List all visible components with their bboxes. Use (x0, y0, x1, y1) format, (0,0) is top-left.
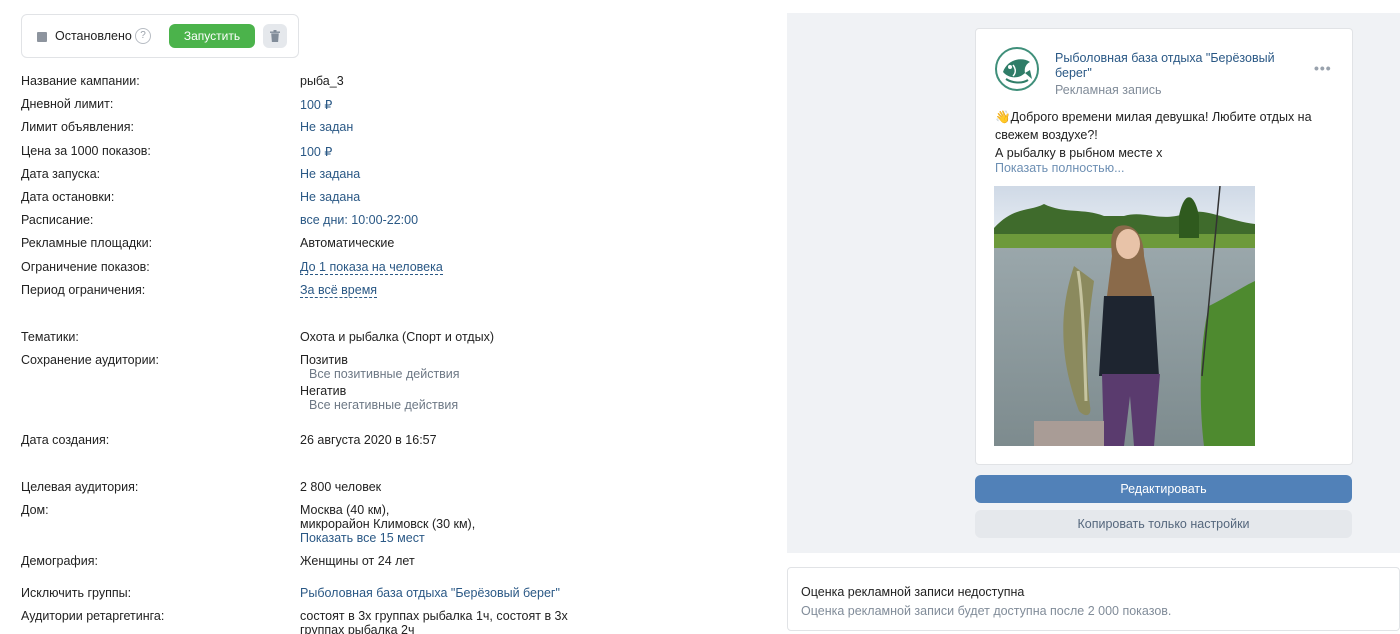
waving-hand-icon: 👋 (995, 110, 1011, 124)
schedule-link[interactable]: все дни: 10:00-22:00 (300, 213, 418, 227)
show-more-link[interactable]: Показать полностью... (995, 161, 1125, 175)
detail-label: Аудитории ретаргетинга: (21, 609, 165, 623)
home-line-2: микрорайон Климовск (30 км), (300, 517, 476, 531)
fish-logo-icon[interactable] (994, 46, 1040, 92)
detail-label: Сохранение аудитории: (21, 353, 160, 367)
detail-value: Автоматические (300, 236, 395, 250)
campaign-status-bar: Остановлено ? Запустить (21, 14, 299, 58)
ad-text: 👋Доброго времени милая девушка! Любите о… (995, 108, 1335, 162)
rating-title: Оценка рекламной записи недоступна (801, 585, 1025, 599)
ad-rating-box: Оценка рекламной записи недоступна Оценк… (787, 567, 1400, 631)
detail-label: Дневной лимит: (21, 97, 114, 111)
period-link[interactable]: За всё время (300, 283, 378, 298)
ad-text-line-1: Доброго времени милая девушка! Любите от… (1010, 110, 1312, 124)
negative-label: Негатив (300, 384, 347, 398)
edit-button[interactable]: Редактировать (975, 475, 1352, 503)
detail-label: Демография: (21, 554, 98, 568)
detail-value: рыба_3 (300, 74, 344, 88)
rating-text: Оценка рекламной записи будет доступна п… (801, 604, 1172, 618)
ad-text-line-2: свежем воздухе?! (995, 128, 1098, 142)
stopped-square-icon (37, 32, 47, 42)
detail-label: Дата запуска: (21, 167, 101, 181)
price-link[interactable]: 100 ₽ (300, 144, 332, 159)
positive-sub: Все позитивные действия (309, 367, 460, 381)
detail-label: Дом: (21, 503, 49, 517)
status-label: Остановлено (55, 29, 132, 43)
copy-settings-button[interactable]: Копировать только настройки (975, 510, 1352, 538)
daily-limit-link[interactable]: 100 ₽ (300, 97, 332, 112)
negative-sub: Все негативные действия (309, 398, 459, 412)
detail-label: Название кампании: (21, 74, 140, 88)
start-date-link[interactable]: Не задана (300, 167, 360, 181)
home-line-1: Москва (40 км), (300, 503, 390, 517)
detail-value: 2 800 человек (300, 480, 382, 494)
show-all-places-link[interactable]: Показать все 15 мест (300, 531, 425, 545)
detail-label: Дата создания: (21, 433, 110, 447)
ad-photo[interactable] (994, 186, 1255, 446)
frequency-link[interactable]: До 1 показа на человека (300, 260, 443, 275)
detail-label: Исключить группы: (21, 586, 132, 600)
detail-label: Дата остановки: (21, 190, 115, 204)
ad-limit-link[interactable]: Не задан (300, 120, 353, 134)
detail-label: Рекламные площадки: (21, 236, 153, 250)
detail-label: Цена за 1000 показов: (21, 144, 151, 158)
ad-preview-card: Рыболовная база отдыха "Берёзовый берег"… (975, 28, 1353, 465)
ad-community-name[interactable]: Рыболовная база отдыха "Берёзовый берег" (1055, 51, 1305, 81)
detail-label: Период ограничения: (21, 283, 146, 297)
trash-icon (270, 30, 280, 42)
positive-label: Позитив (300, 353, 348, 367)
detail-label: Расписание: (21, 213, 94, 227)
help-icon[interactable]: ? (135, 28, 151, 44)
detail-label: Лимит объявления: (21, 120, 134, 134)
retargeting-line-1: состоят в 3х группах рыбалка 1ч, состоят… (300, 609, 568, 623)
detail-label: Ограничение показов: (21, 260, 150, 274)
detail-value: Женщины от 24 лет (300, 554, 415, 568)
more-options-icon[interactable]: ••• (1314, 60, 1332, 76)
ad-text-line-3: А рыбалку в рыбном месте х (995, 146, 1163, 160)
stop-date-link[interactable]: Не задана (300, 190, 360, 204)
detail-value: Охота и рыбалка (Спорт и отдых) (300, 330, 494, 344)
retargeting-line-2: группах рыбалка 2ч (300, 623, 415, 634)
detail-value: 26 августа 2020 в 16:57 (300, 433, 437, 447)
detail-label: Целевая аудитория: (21, 480, 139, 494)
start-button[interactable]: Запустить (169, 24, 255, 48)
delete-button[interactable] (263, 24, 287, 48)
ad-subtitle: Рекламная запись (1055, 83, 1162, 97)
detail-label: Тематики: (21, 330, 79, 344)
excluded-group-link[interactable]: Рыболовная база отдыха "Берёзовый берег" (300, 586, 560, 600)
